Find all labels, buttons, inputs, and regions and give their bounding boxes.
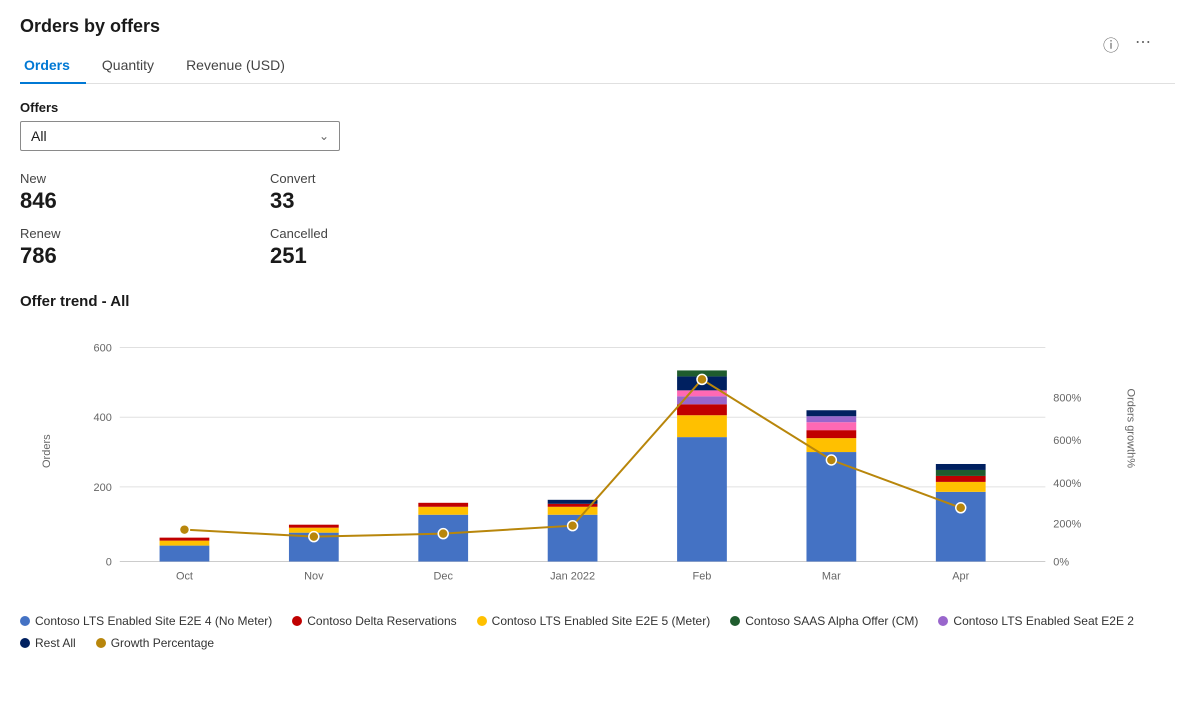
more-options-icon[interactable]: ⋯ [1135,32,1155,52]
legend-dot-1 [292,616,302,626]
legend-dot-2 [477,616,487,626]
svg-text:600%: 600% [1053,435,1081,447]
tab-bar: Orders Quantity Revenue (USD) [20,49,1175,84]
tab-revenue[interactable]: Revenue (USD) [182,49,301,83]
bar-oct-red [160,538,210,541]
metrics-grid: New 846 Convert 33 Renew 786 Cancelled 2… [20,171,520,269]
legend-item-3: Contoso SAAS Alpha Offer (CM) [730,614,918,628]
bar-feb-orange [677,415,727,437]
metric-renew: Renew 786 [20,226,270,269]
legend-label-3: Contoso SAAS Alpha Offer (CM) [745,614,918,628]
tab-orders[interactable]: Orders [20,49,86,83]
svg-text:200%: 200% [1053,519,1081,531]
growth-dot-oct [179,525,189,535]
svg-text:400%: 400% [1053,478,1081,490]
page-title: Orders by offers [20,16,1175,37]
bar-mar-dark [806,410,856,416]
bar-oct-orange [160,541,210,546]
bar-feb-blue [677,437,727,561]
y-right-label: Orders growth% [1124,389,1136,468]
metric-convert-value: 33 [270,188,520,214]
dropdown-value: All [31,128,47,144]
legend-dot-4 [938,616,948,626]
growth-dot-dec [438,529,448,539]
bar-dec-orange [418,507,468,515]
legend-dot-6 [96,638,106,648]
metric-new: New 846 [20,171,270,214]
legend-label-0: Contoso LTS Enabled Site E2E 4 (No Meter… [35,614,272,628]
legend-label-2: Contoso LTS Enabled Site E2E 5 (Meter) [492,614,711,628]
svg-text:Mar: Mar [822,570,841,582]
bar-mar-purple [806,416,856,422]
svg-text:0: 0 [106,557,112,569]
legend-label-5: Rest All [35,636,76,650]
chart-legend: Contoso LTS Enabled Site E2E 4 (No Meter… [20,614,1175,650]
growth-dot-apr [956,503,966,513]
growth-dot-nov [309,532,319,542]
chevron-down-icon: ⌄ [319,129,329,143]
info-icon[interactable]: ⓘ [1103,32,1123,52]
bar-feb-red [677,404,727,415]
header-icons: ⓘ ⋯ [1103,32,1155,52]
legend-dot-3 [730,616,740,626]
growth-dot-feb [697,374,707,384]
metric-cancelled: Cancelled 251 [270,226,520,269]
svg-text:0%: 0% [1053,557,1069,569]
growth-dot-jan [568,521,578,531]
metric-convert-label: Convert [270,171,520,186]
legend-item-5: Rest All [20,636,76,650]
chart-container: 0 200 400 600 0% 200% 400% 600% 800% Oct… [70,322,1115,602]
legend-item-4: Contoso LTS Enabled Seat E2E 2 [938,614,1134,628]
bar-mar-blue [806,452,856,561]
bar-apr-orange [936,482,986,492]
bar-mar-pink [806,422,856,430]
legend-item-6: Growth Percentage [96,636,214,650]
legend-label-6: Growth Percentage [111,636,214,650]
offers-label: Offers [20,100,1175,115]
svg-text:Nov: Nov [304,570,324,582]
legend-item-0: Contoso LTS Enabled Site E2E 4 (No Meter… [20,614,272,628]
legend-item-1: Contoso Delta Reservations [292,614,456,628]
metric-cancelled-label: Cancelled [270,226,520,241]
bar-nov-red [289,525,339,528]
metric-renew-value: 786 [20,243,270,269]
metric-renew-label: Renew [20,226,270,241]
legend-label-1: Contoso Delta Reservations [307,614,456,628]
legend-item-2: Contoso LTS Enabled Site E2E 5 (Meter) [477,614,711,628]
legend-dot-5 [20,638,30,648]
metric-new-label: New [20,171,270,186]
svg-text:Dec: Dec [433,570,453,582]
svg-text:Feb: Feb [693,570,712,582]
chart-section: Offer trend - All Orders Orders growth% … [20,293,1175,650]
svg-text:400: 400 [94,412,112,424]
svg-text:600: 600 [94,343,112,355]
metric-cancelled-value: 251 [270,243,520,269]
bar-dec-red [418,503,468,507]
tab-quantity[interactable]: Quantity [98,49,170,83]
chart-svg: 0 200 400 600 0% 200% 400% 600% 800% Oct… [70,322,1115,602]
bar-mar-red [806,430,856,438]
svg-text:200: 200 [94,482,112,494]
bar-oct-blue [160,546,210,562]
svg-text:Apr: Apr [952,570,969,582]
legend-label-4: Contoso LTS Enabled Seat E2E 2 [953,614,1134,628]
chart-wrapper: Orders Orders growth% 0 200 400 600 0% 2… [70,322,1115,602]
bar-jan-dark [548,500,598,504]
svg-text:800%: 800% [1053,392,1081,404]
svg-text:Oct: Oct [176,570,193,582]
metric-new-value: 846 [20,188,270,214]
legend-dot-0 [20,616,30,626]
growth-dot-mar [826,455,836,465]
chart-title: Offer trend - All [20,293,1175,310]
svg-text:Jan 2022: Jan 2022 [550,570,595,582]
y-left-label: Orders [41,434,53,468]
bar-apr-red [936,476,986,482]
metric-convert: Convert 33 [270,171,520,214]
offers-dropdown[interactable]: All ⌄ [20,121,340,151]
bar-jan-orange [548,507,598,515]
bar-apr-dark [936,464,986,470]
bar-apr-green [936,470,986,476]
